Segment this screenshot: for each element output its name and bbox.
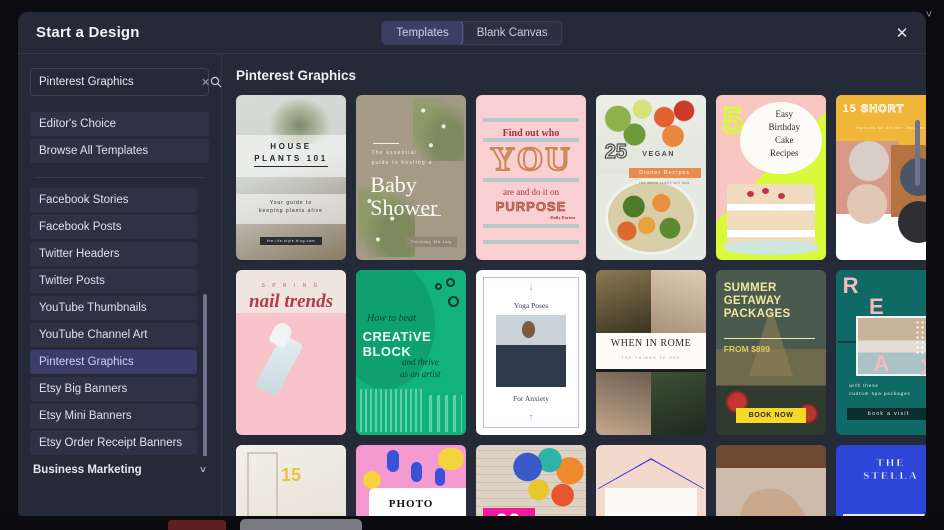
sidebar-item-browse-all-templates[interactable]: Browse All Templates xyxy=(30,139,209,163)
template-card-hand-with-ring[interactable] xyxy=(716,445,826,520)
thumb-button: Thursday 5th July xyxy=(405,236,458,247)
thumb-badge: the-life-style-blog.com xyxy=(260,237,322,246)
start-a-design-dialog: Start a Design Templates Blank Canvas ✕ … xyxy=(18,12,926,520)
thumb-line-1: HOUSE xyxy=(270,142,312,152)
template-card-find-out-who-you-are[interactable]: Find out who YOU are and do it on PURPOS… xyxy=(476,95,586,260)
thumb-heading-left: 15 xyxy=(842,103,857,116)
template-card-photo-101[interactable]: PHOTO 101 xyxy=(356,445,466,520)
thumb-line-2: PLANTS 101 xyxy=(254,154,328,164)
template-card-spring-nail-trends[interactable]: S P R I N G nail trends xyxy=(236,270,346,435)
page-title: Start a Design xyxy=(36,24,140,41)
thumb-top-text: Yoga Poses xyxy=(513,301,549,311)
sidebar-item-facebook-posts[interactable]: Facebook Posts xyxy=(30,215,197,239)
dialog-header: Start a Design Templates Blank Canvas ✕ xyxy=(18,12,926,54)
thumb-eyebrow: The essential guide to hosting a xyxy=(371,150,433,166)
sidebar-group-label: Business Marketing xyxy=(33,464,142,476)
template-card-relax-spa-packages[interactable]: R E L A X with these custom spa packages… xyxy=(836,270,926,435)
search-icon[interactable] xyxy=(210,76,222,88)
main-heading: Pinterest Graphics xyxy=(236,68,357,83)
thumb-letter-a: A xyxy=(873,350,890,376)
thumb-letter-x: X xyxy=(920,357,926,379)
search-box: ✕ xyxy=(30,68,222,96)
template-card-15-ideas-for[interactable]: 15 IDEAS FOR xyxy=(236,445,346,520)
template-card-how-to-beat-creative-block[interactable]: How to beat CREATiVE BLOCK and thrive as… xyxy=(356,270,466,435)
tab-blank-canvas[interactable]: Blank Canvas xyxy=(463,22,562,44)
thumb-subtitle: Your guide to keeping plants alive xyxy=(259,199,323,215)
thumb-letter-e: E xyxy=(869,294,884,320)
sidebar-category-list[interactable]: Facebook Stories Facebook Posts Twitter … xyxy=(30,188,209,456)
template-browser: Pinterest Graphics HOUSE PLANTS 101 Your … xyxy=(222,54,926,520)
sidebar-group-business-marketing[interactable]: Business Marketing ˅ xyxy=(30,456,209,476)
template-card-baby-shower[interactable]: The essential guide to hosting a Baby Sh… xyxy=(356,95,466,260)
thumb-number: 25 xyxy=(604,141,628,164)
sidebar-item-etsy-order-receipt-banners[interactable]: Etsy Order Receipt Banners xyxy=(30,431,197,455)
thumb-sub: with these custom spa packages xyxy=(849,383,911,397)
thumb-heading: WHEN IN ROME xyxy=(610,337,692,349)
dialog-body: ✕ Editor's Choice Browse All Templates F… xyxy=(18,54,926,520)
sidebar-item-facebook-stories[interactable]: Facebook Stories xyxy=(30,188,197,212)
thumb-button: book a visit xyxy=(847,408,926,421)
tab-templates[interactable]: Templates xyxy=(382,21,464,44)
template-card-house-plants-101[interactable]: HOUSE PLANTS 101 Your guide to keeping pl… xyxy=(236,95,346,260)
thumb-number: 15 xyxy=(280,464,302,485)
mode-toggle-group: Templates Blank Canvas xyxy=(381,20,563,45)
thumb-line-2: are and do it on xyxy=(503,187,559,198)
sidebar: ✕ Editor's Choice Browse All Templates F… xyxy=(18,54,222,520)
thumb-text: Easy Birthday Cake Recipes xyxy=(768,109,800,159)
thumb-big-word: YOU xyxy=(489,140,572,178)
thumb-title: Baby Shower xyxy=(370,172,438,220)
close-icon[interactable]: ✕ xyxy=(890,21,914,45)
template-card-the-stella[interactable]: THE STELLA xyxy=(836,445,926,520)
sidebar-item-editors-choice[interactable]: Editor's Choice xyxy=(30,112,209,136)
screen: ˅ Start a Design Templates Blank Canvas … xyxy=(0,0,944,530)
thumb-heading: SUMMER GETAWAY PACKAGES xyxy=(723,281,791,320)
search-input[interactable] xyxy=(31,76,201,88)
thumb-script: nail trends xyxy=(249,291,333,313)
thumb-eyebrow: S P R I N G xyxy=(261,283,321,290)
sidebar-item-youtube-thumbnails[interactable]: YouTube Thumbnails xyxy=(30,296,197,320)
template-card-closet-room[interactable] xyxy=(596,445,706,520)
thumb-attribution: -Dolly Parton xyxy=(548,215,575,221)
template-card-5-easy-birthday-cake-recipes[interactable]: 5 Easy Birthday Cake Recipes xyxy=(716,95,826,260)
template-card-when-in-rome[interactable]: WHEN IN ROME TOP THINGS TO SEE xyxy=(596,270,706,435)
thumb-sub: Haircuts for All Hair Textures xyxy=(856,126,926,131)
sidebar-item-etsy-mini-banners[interactable]: Etsy Mini Banners xyxy=(30,404,197,428)
thumb-line-3: PURPOSE xyxy=(495,198,567,215)
os-window-peek-gray[interactable] xyxy=(240,519,362,530)
template-card-yoga-poses-for-anxiety[interactable]: ↓ Yoga Poses For Anxiety ↑ xyxy=(476,270,586,435)
thumb-button: BOOK NOW xyxy=(735,408,807,424)
thumb-sub: TOP THINGS TO SEE xyxy=(621,355,681,360)
thumb-line-1: Find out who xyxy=(502,128,560,139)
thumb-heading-right: SHORT xyxy=(860,103,905,116)
sidebar-item-etsy-big-banners[interactable]: Etsy Big Banners xyxy=(30,377,197,401)
thumb-letter-r: R xyxy=(842,272,859,298)
template-card-33-celebrate[interactable]: 33 CELEBRATE xyxy=(476,445,586,520)
sidebar-divider xyxy=(34,177,205,178)
thumb-line-1: PHOTO xyxy=(388,497,434,510)
template-grid: HOUSE PLANTS 101 Your guide to keeping pl… xyxy=(236,95,926,520)
sidebar-item-twitter-posts[interactable]: Twitter Posts xyxy=(30,269,197,293)
template-grid-scrollbar[interactable] xyxy=(915,120,920,186)
os-taskbar xyxy=(0,516,944,530)
thumb-number: 5 xyxy=(721,100,744,142)
template-card-summer-getaway-packages[interactable]: SUMMER GETAWAY PACKAGES FROM $899 BOOK N… xyxy=(716,270,826,435)
sidebar-scrollbar[interactable] xyxy=(203,294,207,456)
thumb-bottom-text: For Anxiety xyxy=(512,393,550,403)
thumb-tiny: the whole family will love xyxy=(639,180,690,185)
sidebar-top-list: Editor's Choice Browse All Templates xyxy=(30,112,209,163)
chevron-down-icon: ˅ xyxy=(200,464,206,476)
thumb-word: VEGAN xyxy=(642,151,676,159)
thumb-bar: Dinner Recipes xyxy=(629,167,701,178)
template-card-25-vegan-dinner-recipes[interactable]: 25 VEGAN Dinner Recipes the whole family… xyxy=(596,95,706,260)
thumb-line-1: How to beat xyxy=(367,312,416,324)
sidebar-item-pinterest-graphics[interactable]: Pinterest Graphics xyxy=(30,350,197,374)
os-window-peek-red[interactable] xyxy=(168,520,226,530)
thumb-heading: THE STELLA xyxy=(863,456,919,483)
thumb-line-3: and thrive as an artist xyxy=(400,356,441,380)
sidebar-item-twitter-headers[interactable]: Twitter Headers xyxy=(30,242,197,266)
template-card-15-short-haircuts[interactable]: 15 SHORT Haircuts for All Hair Textures xyxy=(836,95,926,260)
clear-search-icon[interactable]: ✕ xyxy=(201,76,210,89)
thumb-price: FROM $899 xyxy=(723,344,770,355)
sidebar-item-youtube-channel-art[interactable]: YouTube Channel Art xyxy=(30,323,197,347)
